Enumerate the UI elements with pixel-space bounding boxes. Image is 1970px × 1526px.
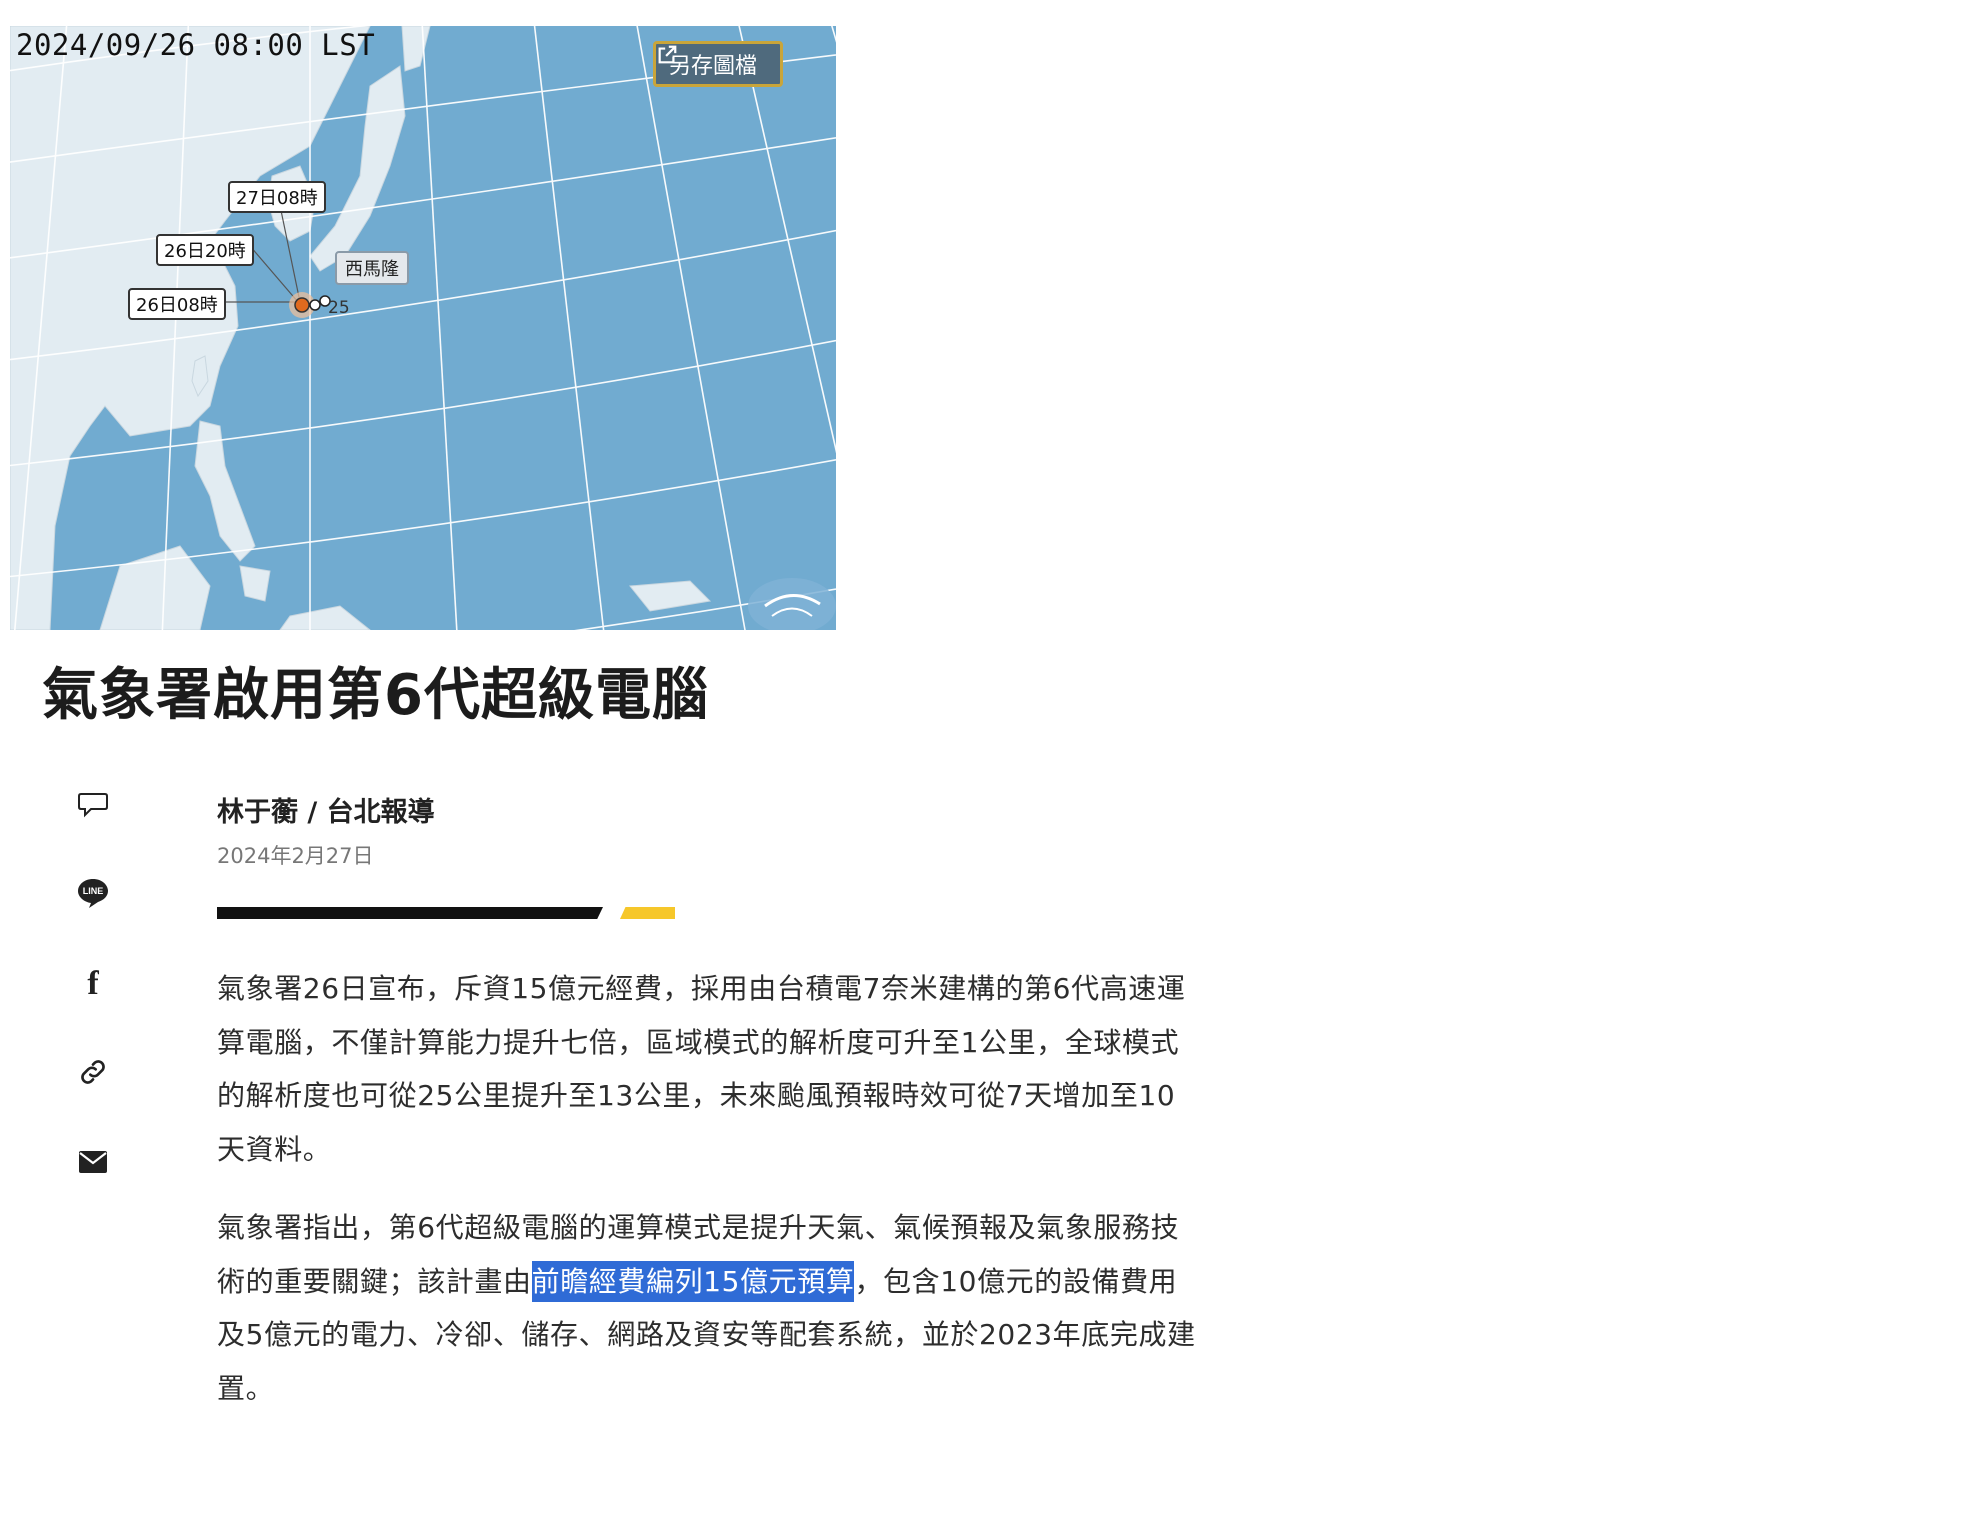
line-icon-text: LINE <box>83 886 104 896</box>
selected-text-highlight[interactable]: 前瞻經費編列15億元預算 <box>531 1260 855 1302</box>
link-icon <box>77 1056 109 1092</box>
map-timestamp: 2024/09/26 08:00 LST <box>16 28 376 62</box>
email-share-button[interactable] <box>76 1147 110 1181</box>
article-paragraph-2: 氣象署指出，第6代超級電腦的運算模式是提升天氣、氣候預報及氣象服務技術的重要關鍵… <box>217 1201 1202 1415</box>
typhoon-track-map: 2024/09/26 08:00 LST 另存圖檔 27日08時 26日20時 … <box>10 26 836 630</box>
comment-icon <box>77 790 109 824</box>
line-icon: LINE <box>76 877 110 913</box>
track-label-26-08: 26日08時 <box>128 288 226 320</box>
facebook-icon: f <box>87 965 99 1002</box>
track-label-27-08: 27日08時 <box>228 181 326 213</box>
divider-rule <box>217 907 603 919</box>
mail-icon <box>78 1150 108 1178</box>
save-image-button[interactable]: 另存圖檔 <box>653 41 783 87</box>
save-image-label: 另存圖檔 <box>668 54 757 79</box>
copy-link-button[interactable] <box>76 1057 110 1091</box>
line-share-button[interactable]: LINE <box>76 878 110 912</box>
comment-button[interactable] <box>76 790 110 824</box>
article-byline: 林于蘅 / 台北報導 <box>217 797 435 828</box>
storm-position-marker <box>294 297 310 313</box>
storm-number: 25 <box>328 298 350 318</box>
article-paragraph-1: 氣象署26日宣布，斥資15億元經費，採用由台積電7奈米建構的第6代高速運算電腦，… <box>217 972 1186 1166</box>
divider-accent <box>620 907 675 919</box>
map-graphic <box>10 26 836 630</box>
storm-name-label: 西馬隆 <box>335 251 409 285</box>
facebook-share-button[interactable]: f <box>76 965 110 1002</box>
cwa-logo <box>748 578 836 630</box>
track-label-26-20: 26日20時 <box>156 234 254 266</box>
article-date: 2024年2月27日 <box>217 844 374 868</box>
article-title: 氣象署啟用第6代超級電腦 <box>42 663 709 728</box>
